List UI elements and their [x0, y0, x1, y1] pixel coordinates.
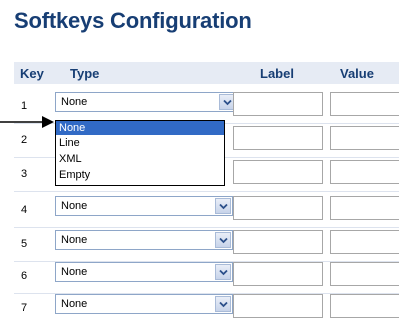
key-number: 6	[21, 270, 28, 282]
key-number: 2	[21, 134, 28, 146]
type-dropdown-list: None Line XML Empty	[55, 120, 225, 186]
table-row: 7 None	[14, 294, 399, 320]
value-input[interactable]	[330, 126, 399, 150]
table-row: 4 None	[14, 196, 399, 228]
label-input[interactable]	[233, 294, 323, 318]
dropdown-option-xml[interactable]: XML	[56, 152, 224, 166]
label-input[interactable]	[233, 230, 323, 254]
label-input[interactable]	[233, 126, 323, 150]
header-label: Label	[260, 66, 294, 81]
value-input[interactable]	[330, 230, 399, 254]
type-select-value: None	[61, 266, 88, 278]
key-number: 1	[21, 100, 28, 112]
type-select[interactable]: None	[55, 92, 237, 112]
type-select-value: None	[61, 234, 88, 246]
row-divider	[14, 227, 399, 228]
chevron-down-icon[interactable]	[215, 232, 231, 248]
dropdown-option-empty[interactable]: Empty	[56, 168, 224, 182]
key-number: 7	[21, 302, 28, 314]
key-number: 4	[21, 204, 28, 216]
label-input[interactable]	[233, 262, 323, 286]
value-input[interactable]	[330, 262, 399, 286]
table-row: 5 None	[14, 230, 399, 262]
value-input[interactable]	[330, 294, 399, 318]
dropdown-option-none[interactable]: None	[56, 121, 224, 135]
type-select-value: None	[61, 96, 88, 108]
type-select[interactable]: None	[55, 262, 233, 282]
row-divider	[14, 191, 399, 192]
header-type: Type	[70, 66, 100, 81]
chevron-down-icon[interactable]	[215, 198, 231, 214]
type-select-value: None	[61, 298, 88, 310]
header-value: Value	[340, 66, 374, 81]
key-number: 3	[21, 168, 28, 180]
value-input[interactable]	[330, 160, 399, 184]
key-number: 5	[21, 238, 28, 250]
header-key: Key	[20, 66, 44, 81]
type-select[interactable]: None	[55, 196, 233, 216]
chevron-down-icon[interactable]	[215, 264, 231, 280]
table-row: 6 None	[14, 262, 399, 294]
type-select[interactable]: None	[55, 230, 233, 250]
chevron-down-icon[interactable]	[215, 296, 231, 312]
label-input[interactable]	[233, 160, 323, 184]
table-header: Key Type Label Value	[14, 62, 399, 84]
page-title: Softkeys Configuration	[14, 8, 252, 33]
type-select[interactable]: None	[55, 294, 233, 314]
label-input[interactable]	[233, 196, 323, 220]
label-input[interactable]	[233, 92, 323, 116]
arrow-right-icon	[0, 116, 54, 128]
value-input[interactable]	[330, 196, 399, 220]
dropdown-option-line[interactable]: Line	[56, 136, 224, 150]
type-select-value: None	[61, 200, 88, 212]
value-input[interactable]	[330, 92, 399, 116]
